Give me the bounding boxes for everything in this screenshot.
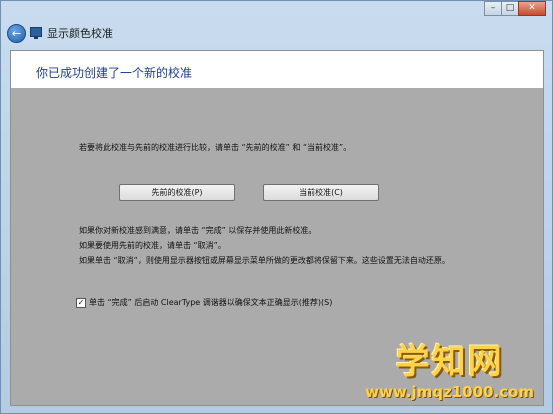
minimize-button[interactable]: – [484, 1, 502, 16]
watermark: 学知网 www.jmqz1000.com [365, 334, 534, 401]
info-line-2: 如果要使用先前的校准，请单击 “取消”。 [79, 241, 226, 250]
window-controls: – □ ✕ [484, 1, 546, 16]
compare-instruction: 若要将此校准与先前的校准进行比较，请单击 “先前的校准” 和 “当前校准”。 [79, 143, 352, 152]
cleartype-checkbox-label[interactable]: 单击 “完成” 后启动 ClearType 调谐器以确保文本正确显示(推荐)(S… [89, 297, 332, 308]
watermark-url: www.jmqz1000.com [365, 383, 534, 401]
header-band: 你已成功创建了一个新的校准 [11, 51, 543, 88]
previous-calibration-button[interactable]: 先前的校准(P) [119, 184, 235, 201]
current-calibration-button[interactable]: 当前校准(C) [263, 184, 379, 201]
title-bar: ← 显示颜色校准 – □ ✕ [1, 1, 552, 47]
window-title: 显示颜色校准 [47, 27, 113, 40]
watermark-logo: 学知网 [395, 342, 504, 382]
page-title: 你已成功创建了一个新的校准 [36, 66, 193, 80]
info-line-3: 如果单击 “取消”，则使用显示器按钮或屏幕显示菜单所做的更改都将保留下来。这些设… [79, 256, 450, 265]
maximize-button[interactable]: □ [501, 1, 519, 16]
calibration-window: ← 显示颜色校准 – □ ✕ 你已成功创建了一个新的校准 若要将此校准与先前的校… [0, 0, 553, 414]
close-button[interactable]: ✕ [518, 1, 546, 16]
info-line-1: 如果你对新校准感到满意，请单击 “完成” 以保存并使用此新校准。 [79, 226, 317, 235]
back-arrow-icon[interactable]: ← [7, 24, 26, 43]
cleartype-checkbox[interactable]: ✓ [76, 298, 86, 308]
display-monitor-icon [30, 27, 42, 39]
